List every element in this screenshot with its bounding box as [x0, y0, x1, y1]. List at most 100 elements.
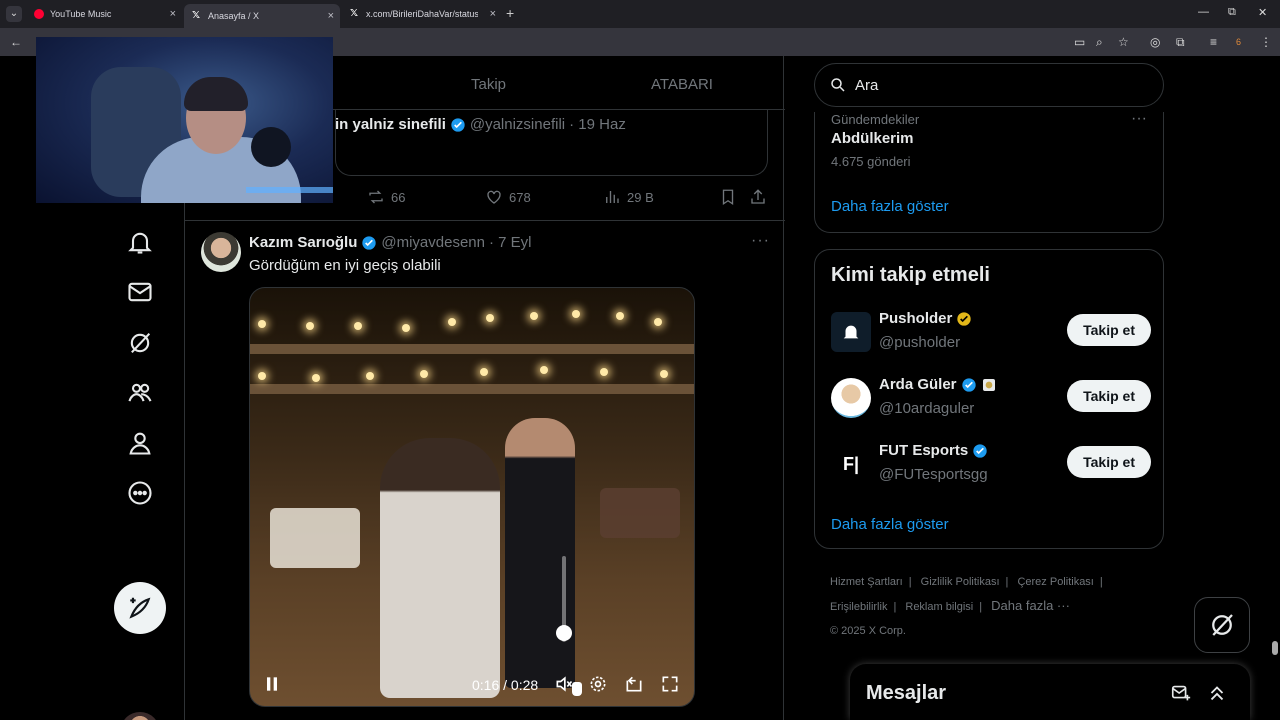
- footer-link-ads[interactable]: Reklam bilgisi: [905, 601, 973, 613]
- bookmark-star-icon[interactable]: ☆: [1118, 35, 1129, 49]
- footer-links: Hizmet Şartları | Gizlilik Politikası | Çe…: [830, 570, 1160, 643]
- close-tab-icon[interactable]: ×: [170, 8, 176, 20]
- search-placeholder: Ara: [855, 76, 879, 94]
- affiliate-badge-icon: [982, 378, 995, 391]
- mute-button[interactable]: [554, 674, 574, 694]
- kebab-menu-icon[interactable]: ⋮: [1260, 35, 1272, 49]
- suggestion-handle[interactable]: @10ardaguler: [879, 400, 974, 417]
- follow-button[interactable]: Takip et: [1067, 446, 1151, 478]
- like-button[interactable]: 678: [485, 188, 531, 206]
- page-scrollbar[interactable]: [1270, 56, 1280, 720]
- pusholder-avatar[interactable]: [831, 312, 871, 352]
- tab-title: YouTube Music: [50, 9, 112, 19]
- tab-atabari[interactable]: ATABARI: [651, 76, 713, 93]
- follow-suggestion[interactable]: F| FUT Esports @FUTesportsgg Takip et: [831, 440, 1151, 488]
- tweet-author-avatar[interactable]: [201, 232, 241, 272]
- follow-suggestion[interactable]: Pusholder @pusholder Takip et: [831, 308, 1151, 356]
- close-tab-icon[interactable]: ×: [490, 8, 496, 20]
- zoom-icon[interactable]: ⌕: [1096, 35, 1103, 50]
- new-tab-button[interactable]: +: [506, 5, 514, 21]
- quoted-author-handle[interactable]: @yalnizsinefili: [470, 116, 565, 133]
- repost-button[interactable]: 66: [367, 188, 405, 206]
- tab-following[interactable]: Takip: [471, 76, 506, 93]
- follow-button[interactable]: Takip et: [1067, 314, 1151, 346]
- pip-button[interactable]: [624, 674, 644, 694]
- tweet-date[interactable]: · 7 Eyl: [489, 234, 532, 251]
- fullscreen-button[interactable]: [660, 674, 680, 694]
- messages-drawer[interactable]: Mesajlar: [850, 664, 1250, 720]
- account-avatar[interactable]: [120, 712, 160, 720]
- messages-mail-icon[interactable]: [126, 278, 154, 306]
- string-light: [660, 370, 668, 378]
- video-player[interactable]: 0:16 / 0:28: [249, 287, 695, 707]
- grok-floating-button[interactable]: [1194, 597, 1250, 653]
- suggestion-name-text: FUT Esports: [879, 442, 969, 459]
- grok-icon[interactable]: [126, 329, 154, 357]
- back-arrow-icon[interactable]: ←: [10, 35, 22, 49]
- tweet-more-icon[interactable]: ···: [751, 232, 770, 250]
- notifications-bell-icon[interactable]: [126, 228, 154, 256]
- close-window-button[interactable]: ✕: [1258, 6, 1267, 19]
- bookmark-icon: [722, 189, 734, 206]
- arda-guler-avatar[interactable]: [831, 378, 871, 418]
- tab-x-home[interactable]: 𝕏 Anasayfa / X ×: [184, 4, 340, 28]
- settings-button[interactable]: [588, 674, 608, 694]
- cast-icon[interactable]: ▭: [1074, 35, 1085, 49]
- minimize-button[interactable]: —: [1198, 6, 1209, 18]
- tab-youtube-music[interactable]: YouTube Music ×: [26, 4, 182, 24]
- incognito-icon[interactable]: ◎: [1150, 35, 1160, 49]
- tweet-author-handle[interactable]: @miyavdesenn: [381, 234, 485, 251]
- verified-badge-icon: [451, 117, 465, 132]
- tweet-author-name[interactable]: Kazım Sarıoğlu: [249, 234, 357, 251]
- communities-icon[interactable]: [126, 379, 154, 407]
- extensions-icon[interactable]: ⧉: [1176, 35, 1185, 50]
- video-time: 0:16 / 0:28: [472, 677, 539, 693]
- webcam-person-hair: [184, 77, 248, 111]
- follow-suggestion[interactable]: Arda Güler @10ardaguler Takip et: [831, 374, 1151, 422]
- badge-count[interactable]: 6: [1236, 37, 1241, 47]
- like-count: 678: [509, 189, 531, 205]
- playlist-icon[interactable]: ≡: [1210, 35, 1217, 49]
- scene-beam: [250, 344, 694, 354]
- suggestion-name[interactable]: Pusholder: [879, 310, 972, 327]
- more-circle-icon[interactable]: [126, 479, 154, 507]
- trends-show-more-link[interactable]: Daha fazla göster: [831, 198, 949, 215]
- trend-topic[interactable]: Abdülkerim: [831, 130, 914, 147]
- footer-link-more[interactable]: Daha fazla ···: [991, 598, 1070, 613]
- suggestion-handle[interactable]: @FUTesportsgg: [879, 466, 988, 483]
- scrollbar-thumb[interactable]: [1272, 641, 1278, 655]
- maximize-button[interactable]: ⧉: [1228, 6, 1236, 19]
- volume-muted-icon: [556, 676, 573, 692]
- suggestion-handle[interactable]: @pusholder: [879, 334, 960, 351]
- search-input[interactable]: Ara: [814, 63, 1164, 107]
- footer-link-accessibility[interactable]: Erişilebilirlik: [830, 601, 887, 613]
- x-logo-icon: 𝕏: [350, 8, 359, 19]
- bookmark-button[interactable]: [719, 188, 737, 206]
- follow-button[interactable]: Takip et: [1067, 380, 1151, 412]
- suggestion-name[interactable]: FUT Esports: [879, 442, 988, 459]
- views-button[interactable]: 29 B: [603, 188, 654, 206]
- string-light: [402, 324, 410, 332]
- trends-card: Gündemdekiler Abdülkerim 4.675 gönderi ·…: [814, 110, 1164, 233]
- trend-more-icon[interactable]: ···: [1131, 110, 1147, 128]
- quoted-author-name[interactable]: in yalniz sinefili: [335, 116, 446, 133]
- new-message-icon[interactable]: [1170, 682, 1192, 704]
- pause-icon: [267, 677, 277, 691]
- suggestion-name[interactable]: Arda Güler: [879, 376, 997, 393]
- expand-up-icon[interactable]: [1206, 682, 1228, 704]
- tab-search-button[interactable]: ⌄: [6, 6, 22, 22]
- pause-button[interactable]: [262, 674, 282, 694]
- string-light: [366, 372, 374, 380]
- footer-link-terms[interactable]: Hizmet Şartları: [830, 576, 903, 588]
- separator: |: [1005, 576, 1009, 588]
- views-count: 29 B: [627, 189, 654, 205]
- fut-esports-avatar[interactable]: F|: [831, 444, 871, 484]
- close-tab-icon[interactable]: ×: [328, 10, 334, 22]
- follow-show-more-link[interactable]: Daha fazla göster: [831, 516, 949, 533]
- footer-link-cookies[interactable]: Çerez Politikası: [1017, 576, 1093, 588]
- footer-link-privacy[interactable]: Gizlilik Politikası: [921, 576, 1000, 588]
- compose-post-button[interactable]: [114, 582, 166, 634]
- share-button[interactable]: [749, 188, 767, 206]
- profile-icon[interactable]: [126, 429, 154, 457]
- tab-x-status[interactable]: 𝕏 x.com/BirileriDahaVar/status/1… ×: [342, 4, 502, 24]
